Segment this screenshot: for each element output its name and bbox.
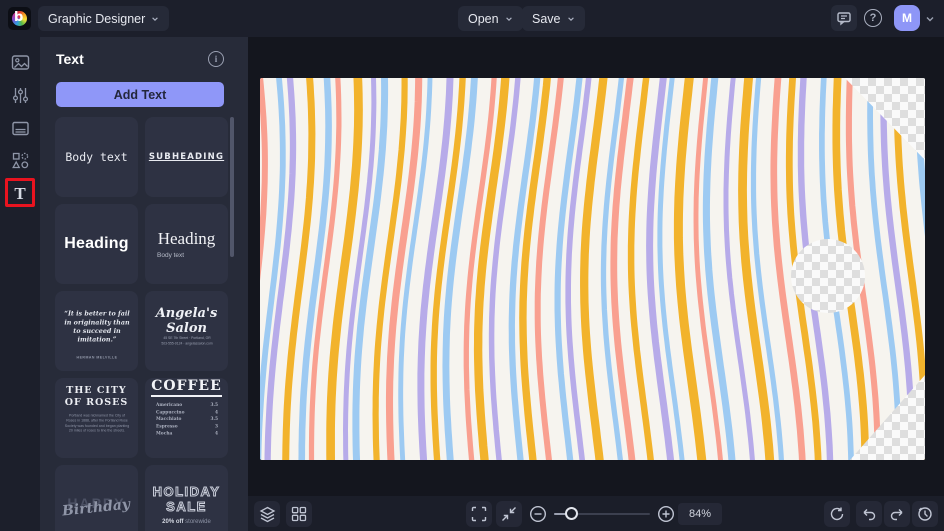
feedback-button[interactable] xyxy=(831,5,857,31)
text-style-card-subheading[interactable]: SUBHEADING xyxy=(145,117,228,197)
card-body-text: Portland was nicknamed the City of Roses… xyxy=(64,413,129,434)
question-mark-icon: ? xyxy=(870,12,877,24)
add-text-button[interactable]: Add Text xyxy=(56,82,224,107)
card-quote-text: “It is better to fail in originality tha… xyxy=(61,309,131,344)
text-style-card-heading-serif[interactable]: Heading Body text xyxy=(145,204,228,284)
rail-item-templates[interactable] xyxy=(8,116,32,140)
text-style-card-happy-birthday[interactable]: HAPPY Birthday xyxy=(55,465,138,531)
rail-item-graphics[interactable] xyxy=(8,148,32,172)
undo-icon xyxy=(861,506,877,522)
app-logo-icon[interactable]: b xyxy=(8,7,31,30)
account-chevron-down-icon[interactable] xyxy=(925,14,935,24)
chat-bubble-icon xyxy=(836,10,852,26)
text-style-card-body-text[interactable]: Body text xyxy=(55,117,138,197)
save-label: Save xyxy=(532,12,561,26)
zoom-percent-text: 84% xyxy=(689,508,711,520)
redo-button[interactable] xyxy=(884,501,910,527)
card-text: SUBHEADING xyxy=(149,152,224,162)
minus-circle-icon xyxy=(529,505,547,523)
fit-screen-icon xyxy=(501,506,517,522)
info-icon[interactable]: i xyxy=(208,51,224,67)
card-subtext: Body text xyxy=(157,252,184,259)
app-mode-menu[interactable]: Graphic Designer xyxy=(38,6,169,31)
text-style-card-heading-bold[interactable]: Heading xyxy=(55,204,138,284)
zoom-slider-handle[interactable] xyxy=(565,507,578,520)
tool-rail: T xyxy=(0,37,40,531)
card-text: Heading xyxy=(158,229,216,249)
card-address: 45 SE 7th Street · Portland, OR 503-555-… xyxy=(153,336,221,346)
save-button[interactable]: Save xyxy=(522,6,585,31)
add-text-label: Add Text xyxy=(114,88,167,102)
rail-item-image-manager[interactable] xyxy=(8,50,32,74)
card-attribution: HERMAN MELVILLE xyxy=(69,356,124,360)
design-canvas[interactable] xyxy=(260,78,925,460)
panel-title: Text xyxy=(56,51,84,67)
shapes-icon xyxy=(11,151,30,170)
logo-letter: b xyxy=(14,10,23,25)
open-label: Open xyxy=(468,12,499,26)
card-subtitle: 20% off storewide xyxy=(162,519,211,525)
panel-scrollbar[interactable] xyxy=(230,117,234,257)
card-title: Angela's Salon xyxy=(145,306,228,336)
open-button[interactable]: Open xyxy=(458,6,523,31)
app-window: b Graphic Designer Open Save ? M xyxy=(0,0,944,531)
redo-icon xyxy=(889,506,905,522)
avatar-initial: M xyxy=(902,11,912,25)
chevron-down-icon xyxy=(567,15,575,23)
card-title: COFFEE xyxy=(151,378,222,397)
zoom-out-button[interactable] xyxy=(525,501,551,527)
top-bar: b Graphic Designer Open Save ? M xyxy=(0,0,944,37)
card-title: HOLIDAY SALE xyxy=(153,485,221,515)
zoom-level-value[interactable]: 84% xyxy=(678,503,722,525)
card-text: Heading xyxy=(64,235,129,253)
layers-button[interactable] xyxy=(254,501,280,527)
text-panel: Text i Add Text Body text SUBHEADING Hea… xyxy=(40,37,248,531)
card-title: THE CITY OF ROSES xyxy=(62,385,132,409)
text-style-card-quote[interactable]: “It is better to fail in originality tha… xyxy=(55,291,138,371)
text-style-card-holiday-sale[interactable]: HOLIDAY SALE 20% off storewide xyxy=(145,465,228,531)
rail-item-edit[interactable] xyxy=(8,83,32,107)
help-button[interactable]: ? xyxy=(864,9,882,27)
chevron-down-icon xyxy=(505,15,513,23)
text-style-card-coffee-menu[interactable]: COFFEE Americano3.5 Cappuccino4 Macchiat… xyxy=(145,378,228,458)
undo-button[interactable] xyxy=(856,501,882,527)
bottom-toolbar: 84% xyxy=(248,496,944,531)
fullscreen-icon xyxy=(471,506,487,522)
sliders-icon xyxy=(11,86,30,105)
history-icon xyxy=(917,506,933,522)
fullscreen-button[interactable] xyxy=(466,501,492,527)
app-mode-label: Graphic Designer xyxy=(48,12,145,26)
history-button[interactable] xyxy=(912,501,938,527)
plus-circle-icon xyxy=(657,505,675,523)
fit-to-screen-button[interactable] xyxy=(496,501,522,527)
user-avatar[interactable]: M xyxy=(894,5,920,31)
card-text: Body text xyxy=(65,150,127,164)
reset-button[interactable] xyxy=(824,501,850,527)
chevron-down-icon xyxy=(151,15,159,23)
text-style-card-salon[interactable]: Angela's Salon 45 SE 7th Street · Portla… xyxy=(145,291,228,371)
grid-icon xyxy=(291,506,307,522)
workspace xyxy=(248,37,944,531)
tutorial-highlight-box xyxy=(5,178,35,207)
template-card-icon xyxy=(11,119,30,138)
coffee-menu-list: Americano3.5 Cappuccino4 Macchiato3.5 Es… xyxy=(156,401,218,437)
layers-icon xyxy=(259,506,276,523)
text-style-card-city-of-roses[interactable]: THE CITY OF ROSES Portland was nicknamed… xyxy=(55,378,138,458)
image-icon xyxy=(11,53,30,72)
pages-button[interactable] xyxy=(286,501,312,527)
refresh-icon xyxy=(829,506,845,522)
zoom-in-button[interactable] xyxy=(653,501,679,527)
